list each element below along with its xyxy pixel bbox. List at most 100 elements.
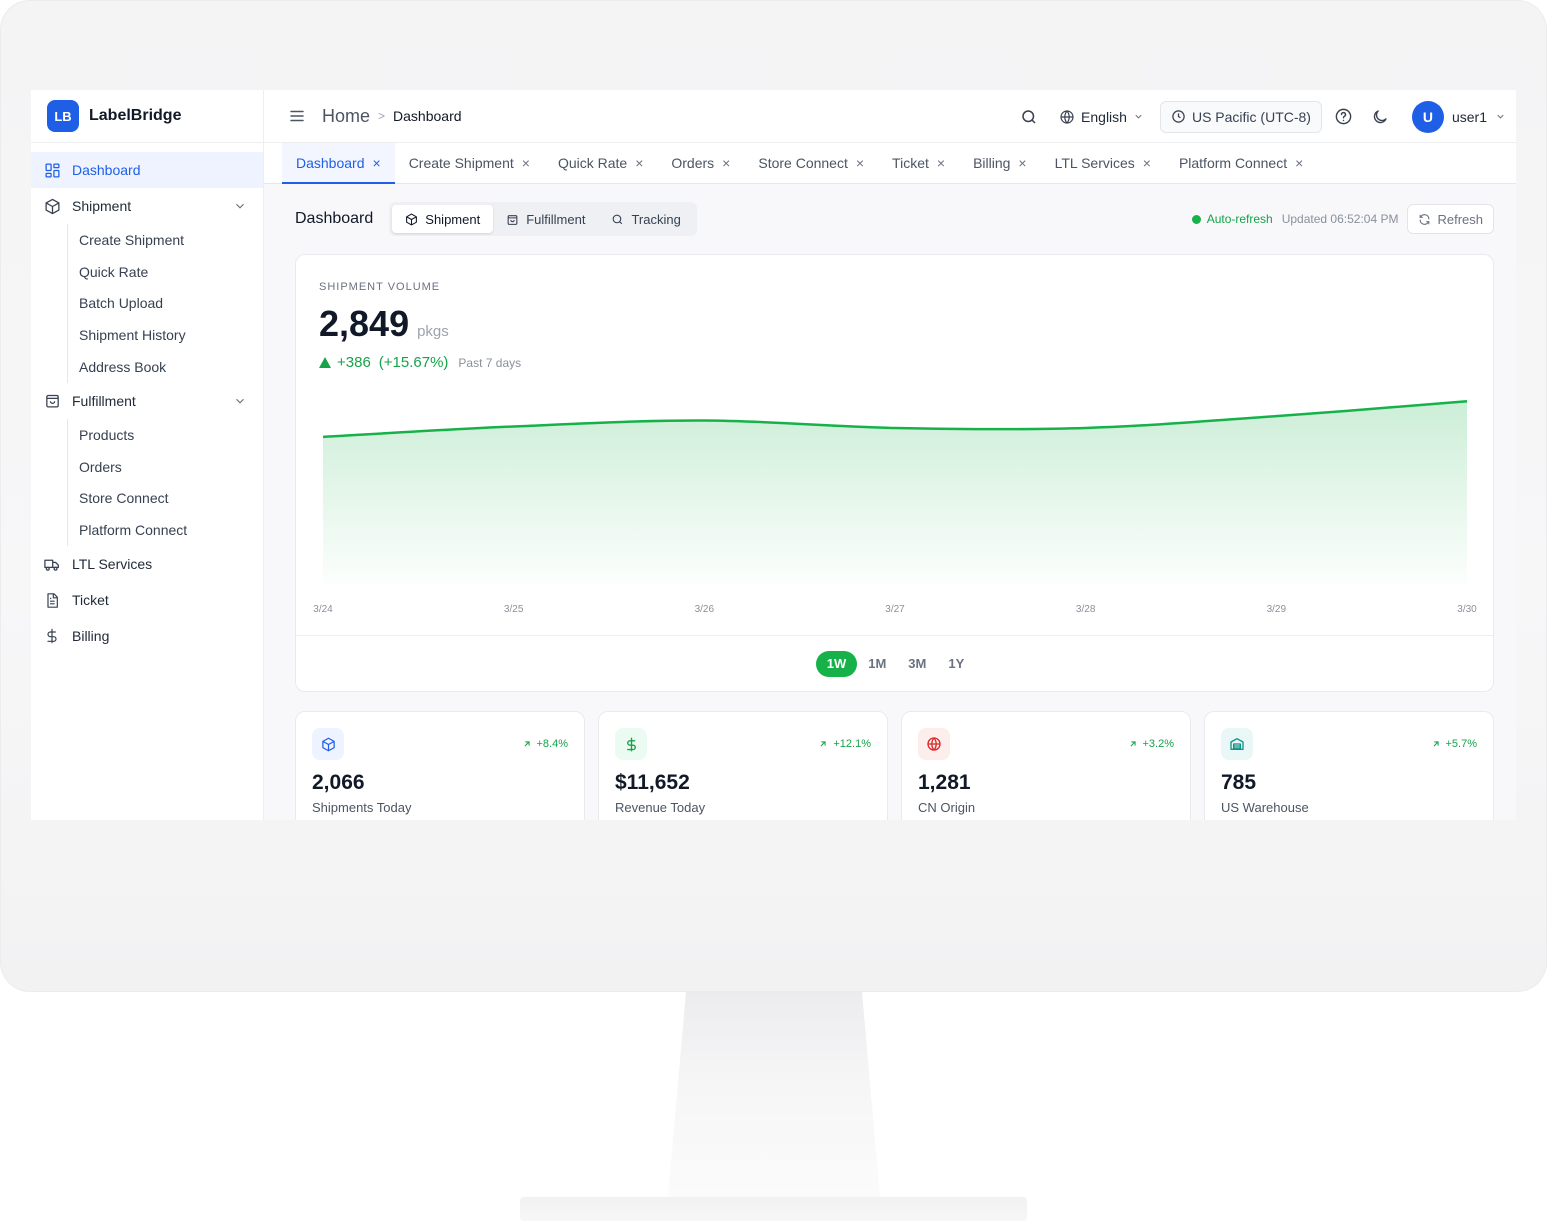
dollar-icon	[43, 627, 61, 645]
timezone-selector[interactable]: US Pacific (UTC-8)	[1159, 100, 1322, 133]
shopping-bag-icon	[507, 214, 518, 225]
username[interactable]: user1	[1452, 109, 1487, 125]
dollar-icon	[615, 728, 647, 760]
trend-up-icon	[319, 357, 331, 368]
close-icon[interactable]: ×	[856, 155, 864, 171]
sidebar-item-label: Dashboard	[72, 162, 141, 178]
close-icon[interactable]: ×	[635, 155, 643, 171]
segment-fulfillment[interactable]: Fulfillment	[493, 205, 598, 233]
close-icon[interactable]: ×	[522, 155, 530, 171]
tab-dashboard[interactable]: Dashboard ×	[282, 143, 395, 184]
tab-orders[interactable]: Orders ×	[657, 143, 744, 183]
sidebar-subitem-create-shipment[interactable]: Create Shipment	[31, 224, 263, 256]
range-1m[interactable]: 1M	[857, 651, 897, 677]
sidebar-item-ticket[interactable]: Ticket	[31, 582, 263, 618]
sidebar-subitem-products[interactable]: Products	[31, 418, 263, 451]
updated-timestamp: Updated 06:52:04 PM	[1281, 212, 1399, 226]
sidebar-subitem-shipment-history[interactable]: Shipment History	[31, 319, 263, 351]
search-icon[interactable]	[1019, 107, 1039, 127]
sidebar-subitem-store-connect[interactable]: Store Connect	[31, 482, 263, 515]
sidebar-item-ltl-services[interactable]: LTL Services	[31, 546, 263, 582]
page-title: Dashboard	[295, 210, 374, 227]
volume-delta-pct: (+15.67%)	[378, 354, 449, 371]
x-tick-label: 3/25	[504, 604, 524, 615]
sidebar-subitem-batch-upload[interactable]: Batch Upload	[31, 287, 263, 320]
stat-card-shipments-today[interactable]: +8.4% 2,066 Shipments Today	[295, 711, 585, 820]
dark-mode-icon[interactable]	[1370, 107, 1390, 127]
breadcrumb-separator: >	[378, 109, 386, 123]
sidebar-item-label: Shipment	[72, 198, 132, 214]
sidebar-subitem-address-book[interactable]: Address Book	[31, 351, 263, 383]
stat-delta-value: +8.4%	[536, 738, 569, 750]
chevron-down-icon[interactable]	[233, 394, 247, 408]
stat-delta: +8.4%	[522, 738, 569, 750]
segment-shipment[interactable]: Shipment	[392, 205, 494, 233]
sidebar-subitem-orders[interactable]: Orders	[31, 450, 263, 483]
stat-card-revenue-today[interactable]: +12.1% $11,652 Revenue Today	[598, 711, 888, 820]
shipment-volume-chart[interactable]: 3/24 3/25 3/26 3/27 3/28 3/29 3/30	[296, 385, 1494, 625]
page-tabs: Dashboard × Create Shipment × Quick Rate × …	[264, 143, 1516, 184]
tab-quick-rate[interactable]: Quick Rate ×	[544, 143, 657, 183]
close-icon[interactable]: ×	[1143, 155, 1151, 171]
stat-label: Shipments Today	[312, 800, 412, 815]
chevron-down-icon[interactable]	[1495, 111, 1506, 122]
menu-icon[interactable]	[288, 107, 306, 125]
close-icon[interactable]: ×	[1295, 155, 1303, 171]
chevron-down-icon[interactable]	[233, 199, 247, 213]
sidebar-item-fulfillment[interactable]: Fulfillment	[31, 383, 263, 419]
breadcrumb-home[interactable]: Home	[322, 106, 370, 127]
sidebar-subitem-platform-connect[interactable]: Platform Connect	[31, 514, 263, 546]
tab-label: LTL Services	[1054, 155, 1135, 171]
close-icon[interactable]: ×	[373, 155, 381, 171]
close-icon[interactable]: ×	[937, 155, 945, 171]
stat-delta-value: +12.1%	[833, 738, 871, 750]
shipment-volume-card: SHIPMENT VOLUME 2,849 pkgs +386 (+15.67%…	[295, 254, 1494, 692]
range-1y[interactable]: 1Y	[937, 651, 975, 677]
shopping-bag-icon	[43, 392, 61, 410]
box-icon	[406, 213, 418, 225]
tab-store-connect[interactable]: Store Connect ×	[744, 143, 878, 183]
language-selector[interactable]: English	[1059, 109, 1144, 125]
sidebar-subitem-quick-rate[interactable]: Quick Rate	[31, 255, 263, 288]
close-icon[interactable]: ×	[722, 155, 730, 171]
segment-tracking[interactable]: Tracking	[598, 205, 693, 233]
sidebar-item-shipment[interactable]: Shipment	[31, 188, 263, 224]
close-icon[interactable]: ×	[1018, 155, 1026, 171]
volume-delta: +386 (+15.67%) Past 7 days	[319, 354, 521, 371]
globe-icon	[918, 728, 950, 760]
stat-card-us-warehouse[interactable]: +5.7% 785 US Warehouse	[1204, 711, 1494, 820]
tab-ticket[interactable]: Ticket ×	[878, 143, 959, 183]
tab-billing[interactable]: Billing ×	[959, 143, 1041, 183]
main-content: Dashboard Shipment Fulfillment Tracking …	[264, 184, 1516, 820]
sidebar-item-dashboard[interactable]: Dashboard	[31, 152, 263, 188]
stat-delta-value: +5.7%	[1445, 738, 1478, 750]
range-1w[interactable]: 1W	[815, 650, 858, 677]
x-tick-label: 3/28	[1076, 604, 1096, 615]
sidebar-item-label: Billing	[72, 628, 110, 645]
range-3m[interactable]: 3M	[897, 651, 937, 677]
refresh-button[interactable]: Refresh	[1407, 204, 1494, 234]
tab-label: Store Connect	[758, 155, 848, 171]
stat-delta: +12.1%	[818, 738, 871, 750]
sidebar-item-label: Fulfillment	[72, 392, 136, 409]
x-tick-label: 3/24	[313, 604, 333, 615]
x-tick-label: 3/26	[695, 604, 715, 615]
tab-platform-connect[interactable]: Platform Connect ×	[1165, 143, 1317, 183]
warehouse-icon	[1221, 728, 1253, 760]
stat-value: $11,652	[615, 771, 690, 794]
brand[interactable]: LB LabelBridge	[31, 90, 263, 143]
stat-card-cn-origin[interactable]: +3.2% 1,281 CN Origin	[901, 711, 1191, 820]
box-icon	[312, 728, 344, 760]
segment-label: Shipment	[425, 211, 481, 227]
help-icon[interactable]	[1334, 107, 1354, 127]
tab-ltl-services[interactable]: LTL Services ×	[1041, 143, 1165, 183]
volume-period: Past 7 days	[458, 355, 522, 370]
tab-create-shipment[interactable]: Create Shipment ×	[395, 143, 544, 183]
tab-label: Create Shipment	[408, 155, 514, 171]
tab-label: Ticket	[892, 155, 929, 171]
tab-label: Dashboard	[296, 155, 365, 171]
arrow-up-right-icon	[524, 741, 530, 747]
sidebar-item-billing[interactable]: Billing	[31, 618, 263, 654]
auto-refresh-label[interactable]: Auto-refresh	[1207, 212, 1273, 226]
avatar[interactable]: U	[1411, 100, 1444, 133]
